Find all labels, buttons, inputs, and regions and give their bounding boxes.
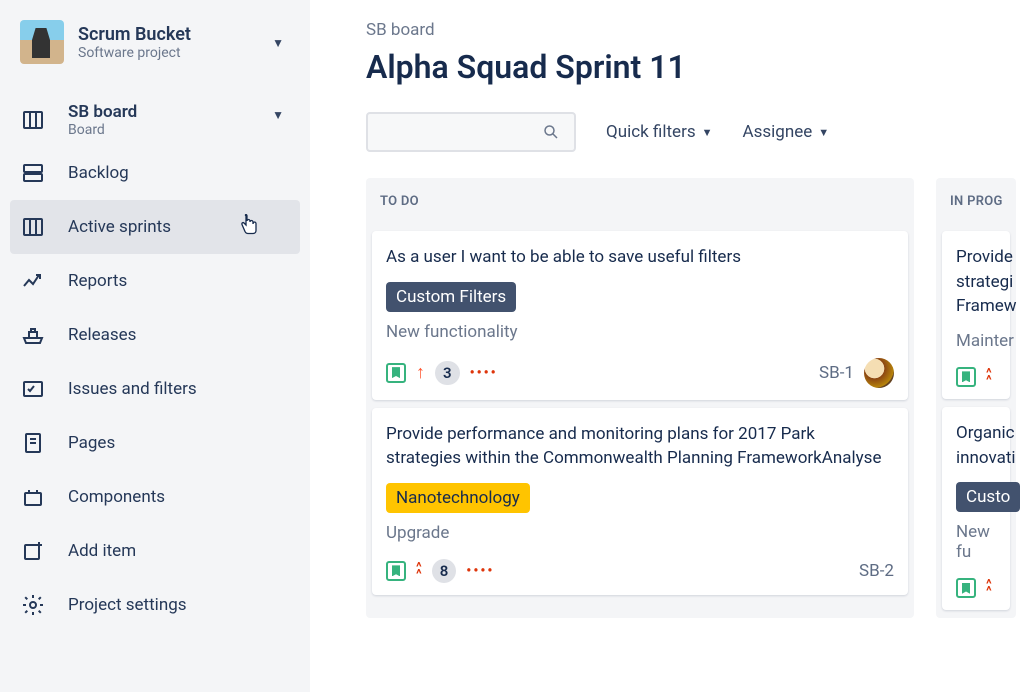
- assignee-dropdown[interactable]: Assignee ▼: [743, 122, 830, 142]
- priority-highest-icon: ^^: [986, 370, 992, 384]
- epic-tag[interactable]: Custom Filters: [386, 282, 516, 312]
- project-name: Scrum Bucket: [78, 24, 191, 45]
- column-in-progress: IN PROG Provide strategi Framew Mainter …: [936, 178, 1016, 618]
- project-switcher[interactable]: Scrum Bucket Software project ▼: [10, 20, 300, 78]
- issue-card[interactable]: Provide strategi Framew Mainter ^^: [942, 231, 1010, 399]
- epic-tag[interactable]: Custo: [956, 482, 1020, 512]
- issue-card[interactable]: Provide performance and monitoring plans…: [372, 408, 908, 595]
- board-name: SB board: [68, 102, 137, 122]
- issue-card[interactable]: Organic innovati Custo New fu ^^: [942, 407, 1010, 610]
- story-type-icon: [956, 367, 976, 387]
- board-icon: [20, 107, 46, 133]
- nav-backlog[interactable]: Backlog: [10, 146, 300, 200]
- component-icon: [20, 484, 46, 510]
- card-subtitle: Upgrade: [386, 523, 894, 543]
- quick-filters-dropdown[interactable]: Quick filters ▼: [606, 122, 713, 142]
- nav-label: Components: [68, 487, 165, 507]
- card-footer: ^^ 8 •••• SB-2: [386, 559, 894, 583]
- column-todo: TO DO As a user I want to be able to sav…: [366, 178, 914, 618]
- estimate-badge: 8: [432, 559, 457, 583]
- nav-label: Releases: [68, 325, 136, 345]
- sidebar: Scrum Bucket Software project ▼ SB board…: [0, 0, 310, 692]
- reports-icon: [20, 268, 46, 294]
- priority-highest-icon: ^^: [986, 581, 992, 595]
- story-type-icon: [956, 578, 976, 598]
- column-header: TO DO: [366, 178, 914, 225]
- assignee-avatar[interactable]: [864, 358, 894, 388]
- quick-filters-label: Quick filters: [606, 122, 696, 142]
- ship-icon: [20, 322, 46, 348]
- chevron-down-icon: ▼: [702, 126, 713, 139]
- card-title: Provide performance and monitoring plans…: [386, 422, 894, 471]
- nav-pages[interactable]: Pages: [10, 416, 300, 470]
- column-header: IN PROG: [936, 178, 1016, 225]
- backlog-icon: [20, 160, 46, 186]
- estimate-badge: 3: [435, 361, 460, 385]
- assignee-label: Assignee: [743, 122, 813, 142]
- add-icon: [20, 538, 46, 564]
- sprint-title: Alpha Squad Sprint 11: [366, 48, 1024, 86]
- priority-highest-icon: ^^: [416, 564, 422, 578]
- cursor-hand-icon: [240, 214, 258, 241]
- board-selector[interactable]: SB board Board ▼: [10, 94, 300, 146]
- pages-icon: [20, 430, 46, 456]
- card-subtitle: Mainter: [956, 331, 996, 351]
- card-subtitle: New fu: [956, 522, 996, 562]
- flag-dots-icon: ••••: [470, 365, 498, 381]
- gear-icon: [20, 592, 46, 618]
- filters-row: Quick filters ▼ Assignee ▼: [366, 112, 1024, 152]
- nav-add-item[interactable]: Add item: [10, 524, 300, 578]
- card-footer: ↑ 3 •••• SB-1: [386, 358, 894, 388]
- card-title: As a user I want to be able to save usef…: [386, 245, 894, 270]
- nav-label: Backlog: [68, 163, 129, 183]
- card-title: Organic innovati: [956, 421, 996, 470]
- issues-icon: [20, 376, 46, 402]
- card-footer: ^^: [956, 578, 996, 598]
- main: SB board Alpha Squad Sprint 11 Quick fil…: [310, 0, 1024, 692]
- nav-label: Add item: [68, 541, 136, 561]
- issue-card[interactable]: As a user I want to be able to save usef…: [372, 231, 908, 400]
- nav-releases[interactable]: Releases: [10, 308, 300, 362]
- story-type-icon: [386, 561, 406, 581]
- chevron-down-icon: ▼: [272, 108, 284, 122]
- project-type: Software project: [78, 45, 191, 61]
- card-title: Provide strategi Framew: [956, 245, 996, 319]
- flag-dots-icon: ••••: [466, 563, 494, 579]
- search-icon: [542, 123, 560, 141]
- issue-key[interactable]: SB-1: [819, 363, 854, 383]
- nav-components[interactable]: Components: [10, 470, 300, 524]
- project-avatar-icon: [20, 20, 64, 64]
- nav-label: Pages: [68, 433, 115, 453]
- nav-label: Issues and filters: [68, 379, 197, 399]
- epic-tag[interactable]: Nanotechnology: [386, 483, 530, 513]
- story-type-icon: [386, 363, 406, 383]
- nav-label: Reports: [68, 271, 127, 291]
- board-sub: Board: [68, 122, 137, 138]
- nav-issues-filters[interactable]: Issues and filters: [10, 362, 300, 416]
- chevron-down-icon: ▼: [272, 36, 284, 50]
- chevron-down-icon: ▼: [818, 126, 829, 139]
- nav: SB board Board ▼ Backlog Active sprints: [10, 94, 300, 632]
- issue-key[interactable]: SB-2: [859, 561, 894, 581]
- nav-label: Active sprints: [68, 217, 171, 237]
- nav-label: Project settings: [68, 595, 187, 615]
- nav-active-sprints[interactable]: Active sprints: [10, 200, 300, 254]
- card-subtitle: New functionality: [386, 322, 894, 342]
- search-input[interactable]: [366, 112, 576, 152]
- priority-medium-icon: ↑: [416, 362, 425, 383]
- breadcrumb[interactable]: SB board: [366, 20, 1024, 40]
- nav-reports[interactable]: Reports: [10, 254, 300, 308]
- board: TO DO As a user I want to be able to sav…: [366, 178, 1024, 618]
- nav-project-settings[interactable]: Project settings: [10, 578, 300, 632]
- card-footer: ^^: [956, 367, 996, 387]
- board-icon: [20, 214, 46, 240]
